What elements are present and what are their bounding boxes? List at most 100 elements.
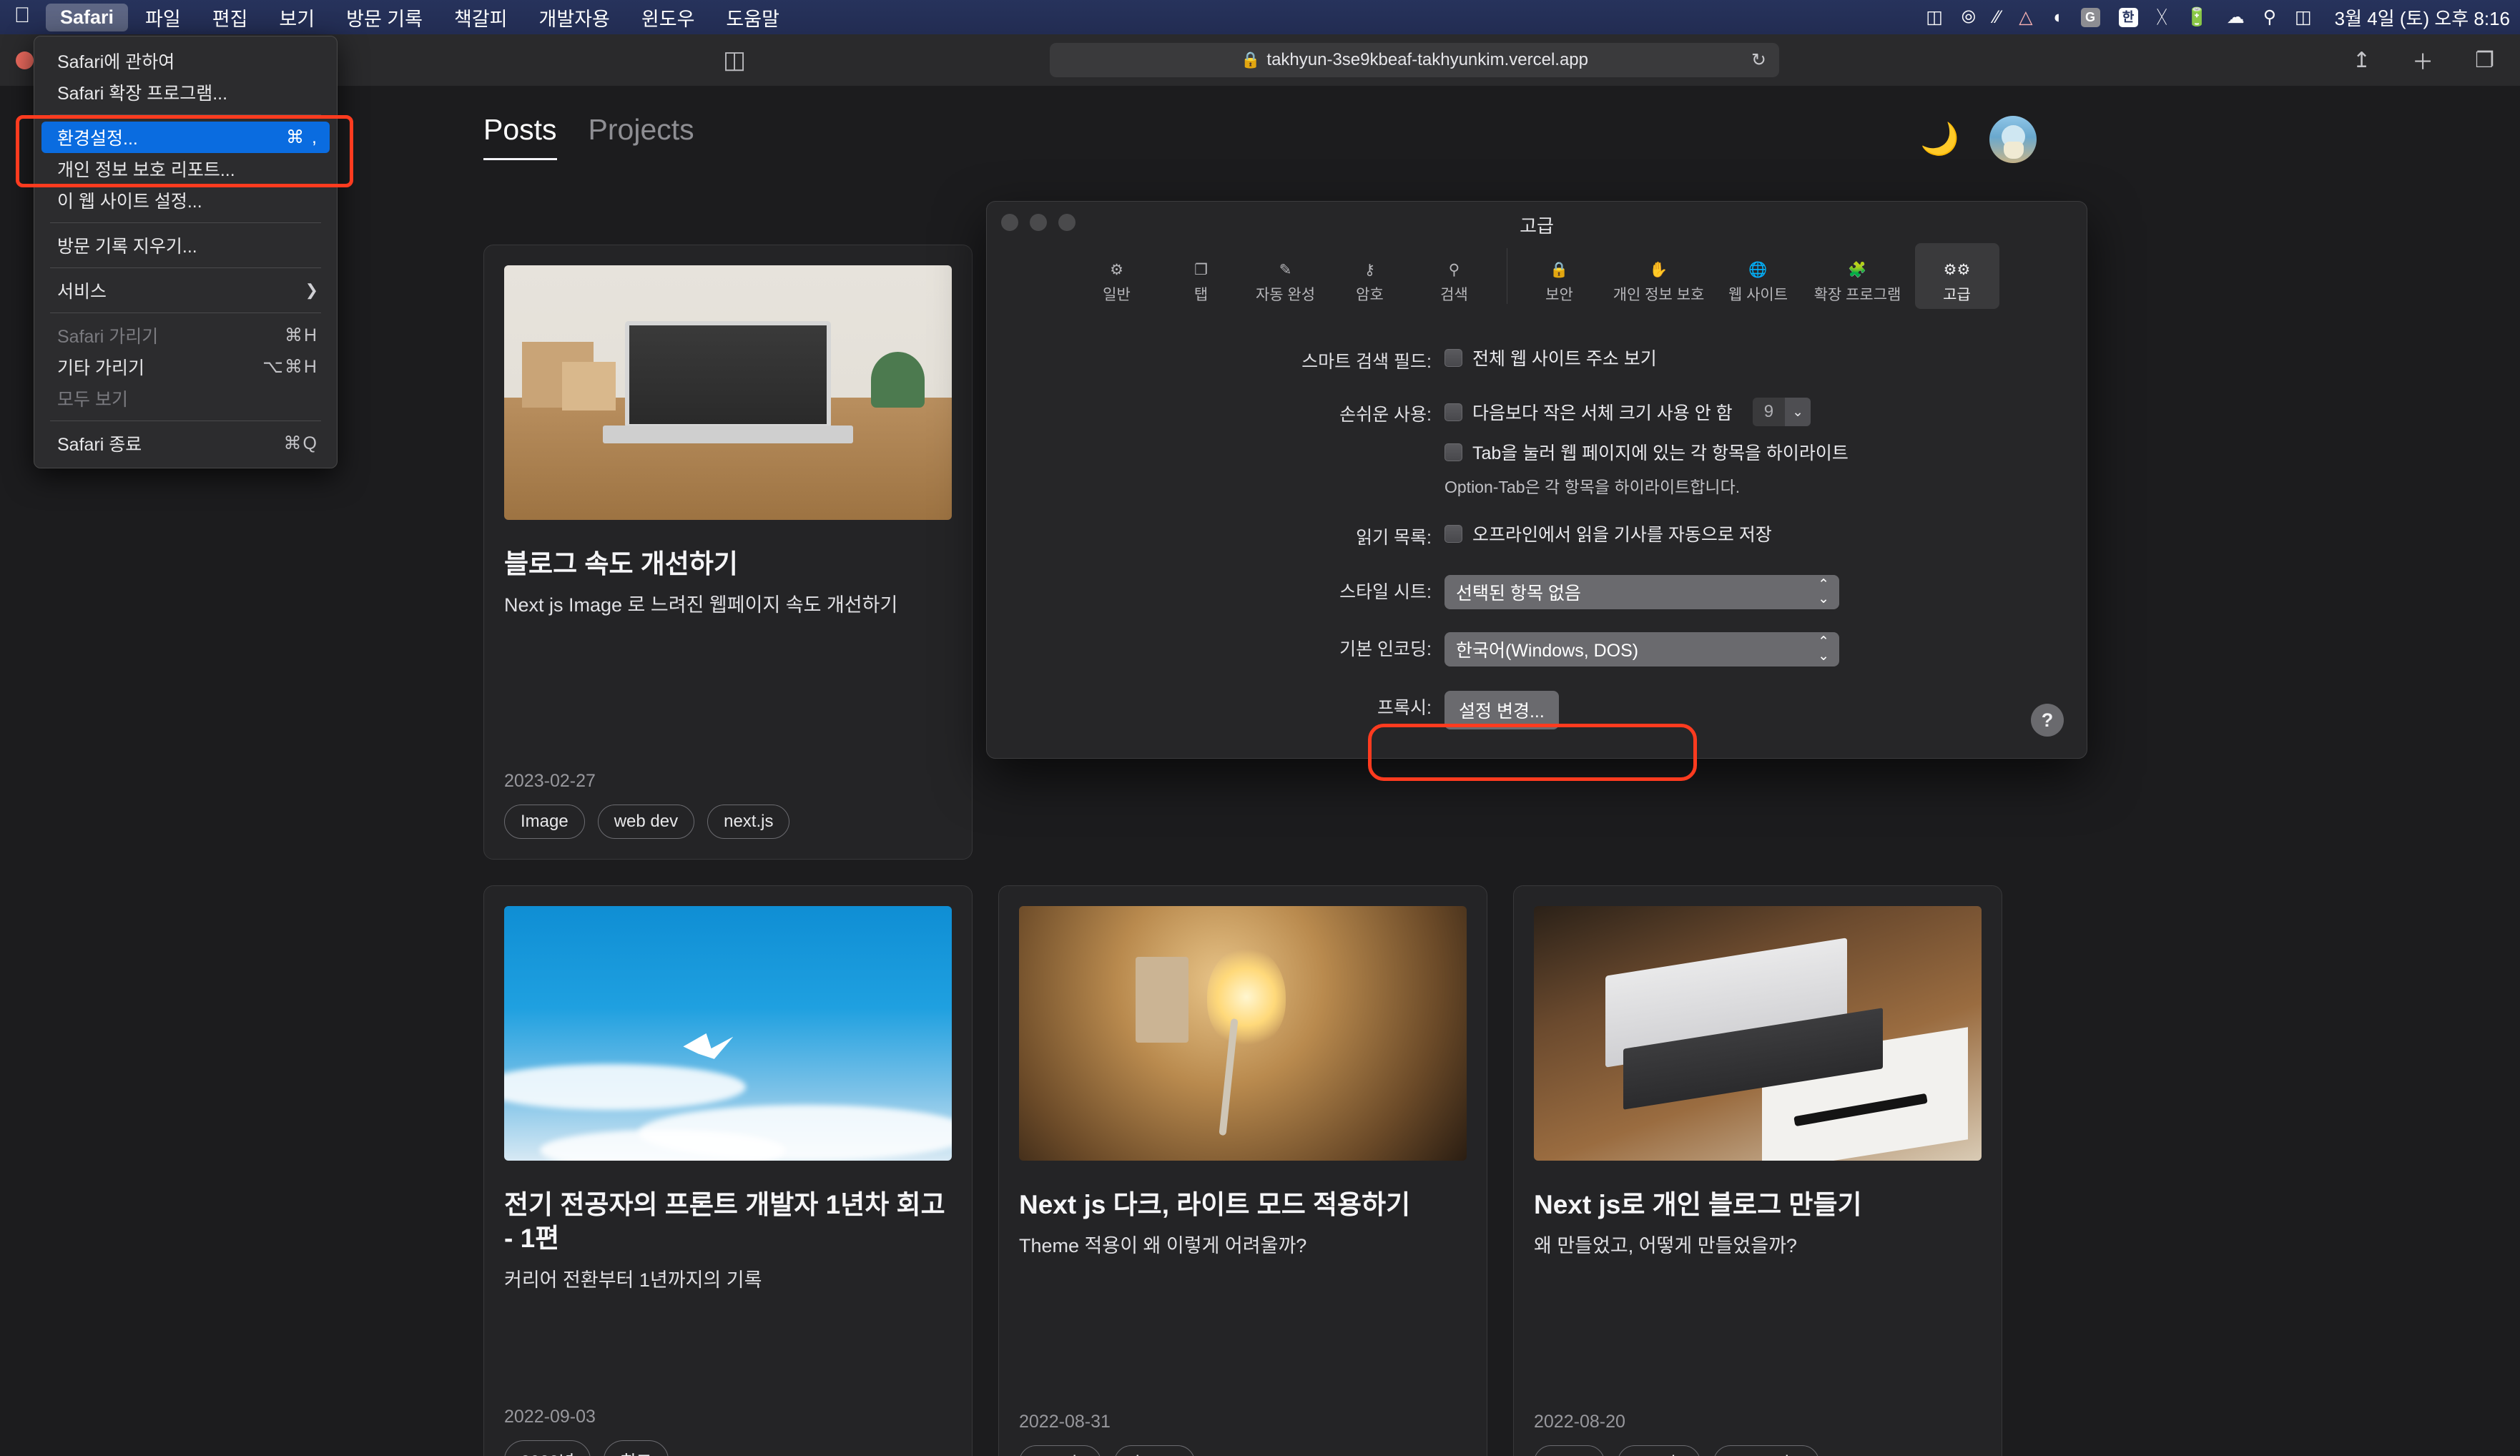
menu-history[interactable]: 방문 기록 — [332, 1, 437, 34]
sublime-icon[interactable]: △ — [2019, 8, 2032, 26]
close-window-button[interactable] — [16, 51, 34, 69]
spotlight-search-icon[interactable]: ⚲ — [2263, 8, 2276, 26]
post-tag[interactable]: Image — [504, 805, 585, 839]
change-proxy-settings-button[interactable]: 설정 변경... — [1444, 691, 1559, 729]
bluetooth-icon[interactable]: ᚷ — [2157, 8, 2167, 26]
smart-search-checkbox[interactable] — [1444, 348, 1462, 367]
post-thumbnail — [1534, 906, 1982, 1161]
post-card[interactable]: Next js 다크, 라이트 모드 적용하기 Theme 적용이 왜 이렇게 … — [998, 885, 1487, 1456]
post-tag[interactable]: next.js — [707, 805, 790, 839]
prefs-tab-security[interactable]: 🔒 보안 — [1517, 243, 1602, 309]
post-tag[interactable]: web dev — [597, 805, 695, 839]
tab-posts[interactable]: Posts — [483, 113, 557, 160]
menu-item-clear-history[interactable]: 방문 기록 지우기... — [34, 230, 337, 261]
menu-help[interactable]: 도움말 — [712, 1, 794, 34]
menu-item-label: Safari에 관하여 — [57, 52, 175, 72]
min-font-size-checkbox[interactable] — [1444, 403, 1462, 421]
menu-item-preferences[interactable]: 환경설정... ⌘ , — [41, 122, 330, 153]
menu-item-about-safari[interactable]: Safari에 관하여 — [34, 45, 337, 77]
shortcut-icon[interactable]: ⁄⁄ — [1994, 8, 2000, 26]
prefs-tab-extensions[interactable]: 🧩 확장 프로그램 — [1801, 243, 1915, 309]
post-tag[interactable]: 2022년 — [504, 1440, 591, 1456]
menu-item-privacy-report[interactable]: 개인 정보 보호 리포트... — [34, 153, 337, 185]
prefs-tab-autofill[interactable]: ✎ 자동 완성 — [1244, 243, 1328, 309]
menu-item-shortcut: ⌥⌘H — [262, 357, 318, 377]
menu-item-website-settings[interactable]: 이 웹 사이트 설정... — [34, 185, 337, 216]
menu-develop[interactable]: 개발자용 — [525, 1, 624, 34]
post-tag[interactable]: 회고 — [604, 1440, 669, 1456]
menu-item-label: 환경설정... — [57, 129, 138, 149]
tab-highlight-checkbox[interactable] — [1444, 443, 1462, 461]
prefs-tab-passwords[interactable]: ⚷ 암호 — [1328, 243, 1412, 309]
battery-charging-icon[interactable]: 🔋 — [2186, 8, 2208, 26]
menu-item-show-all[interactable]: 모두 보기 — [34, 383, 337, 414]
crescent-moon-icon[interactable]: 🌙 — [1920, 124, 1959, 155]
prefs-tab-advanced[interactable]: ⚙⚙ 고급 — [1914, 243, 1999, 309]
post-thumbnail — [504, 906, 952, 1161]
menu-file[interactable]: 파일 — [131, 1, 195, 34]
plus-icon[interactable]: ＋ — [2412, 44, 2433, 76]
menu-item-services[interactable]: 서비스 ❯ — [34, 275, 337, 306]
post-tag[interactable]: next.js — [1618, 1445, 1700, 1456]
user-avatar[interactable] — [1989, 116, 2037, 163]
prefs-advanced-panel: 스마트 검색 필드: 전체 웹 사이트 주소 보기 손쉬운 사용: 다음보다 작… — [987, 322, 2087, 758]
show-develop-menu-label: 메뉴 막대에서 개발자용 메뉴 보기 — [1472, 754, 1723, 758]
post-tag[interactable]: next.js — [1019, 1445, 1102, 1456]
input-source-korean-icon[interactable]: 한 — [2118, 7, 2138, 27]
menu-item-hide-safari[interactable]: Safari 가리기 ⌘H — [34, 320, 337, 351]
menu-item-hide-others[interactable]: 기타 가리기 ⌥⌘H — [34, 351, 337, 383]
globe-icon: 🌐 — [1748, 262, 1768, 278]
karabiner-icon[interactable]: ◖ — [2051, 8, 2062, 26]
prefs-tab-privacy[interactable]: ✋ 개인 정보 보호 — [1602, 243, 1716, 309]
menu-safari[interactable]: Safari — [46, 3, 129, 31]
menu-item-label: 모두 보기 — [57, 390, 128, 410]
menu-bookmarks[interactable]: 책갈피 — [440, 1, 522, 34]
prefs-tab-label: 웹 사이트 — [1728, 287, 1788, 303]
prefs-tab-general[interactable]: ⚙ 일반 — [1075, 243, 1159, 309]
post-card[interactable]: Next js로 개인 블로그 만들기 왜 만들었고, 어떻게 만들었을까? 2… — [1513, 885, 2002, 1456]
post-thumbnail — [504, 265, 952, 520]
post-card[interactable]: 전기 전공자의 프론트 개발자 1년차 회고 - 1편 커리어 전환부터 1년까… — [483, 885, 973, 1456]
menu-view[interactable]: 보기 — [265, 1, 329, 34]
tab-overview-icon[interactable]: ❐ — [2475, 48, 2494, 73]
proxy-label: 프록시: — [1377, 698, 1432, 718]
show-develop-menu-checkbox[interactable] — [1444, 755, 1462, 758]
chevron-down-icon[interactable]: ⌄ — [1785, 398, 1811, 426]
menu-item-quit-safari[interactable]: Safari 종료 ⌘Q — [34, 428, 337, 459]
prefs-tab-websites[interactable]: 🌐 웹 사이트 — [1716, 243, 1801, 309]
grammarly-icon[interactable]: G — [2080, 7, 2100, 27]
post-tag[interactable]: theme — [1114, 1445, 1196, 1456]
dropbox-icon[interactable]: ⦾ — [1962, 8, 1976, 26]
menu-edit[interactable]: 편집 — [198, 1, 262, 34]
address-bar[interactable]: 🔒 takhyun-3se9kbeaf-takhyunkim.vercel.ap… — [1050, 43, 1779, 77]
menu-window[interactable]: 윈도우 — [627, 1, 709, 34]
style-sheet-select[interactable]: 선택된 항목 없음 ⌃ ⌄ — [1444, 575, 1839, 609]
reading-list-checkbox[interactable] — [1444, 524, 1462, 543]
control-center-icon[interactable]: ◫ — [2295, 8, 2312, 26]
prefs-tab-tabs[interactable]: ❐ 탭 — [1159, 243, 1244, 309]
safari-application-menu: Safari에 관하여 Safari 확장 프로그램... 환경설정... ⌘ … — [34, 36, 338, 468]
post-tag[interactable]: react — [1534, 1445, 1605, 1456]
share-icon[interactable]: ↥ — [2353, 48, 2371, 73]
wifi-icon[interactable]: ☁ — [2227, 8, 2245, 26]
post-tag[interactable]: typescript — [1713, 1445, 1820, 1456]
prefs-tab-search[interactable]: ⚲ 검색 — [1412, 243, 1497, 309]
sidebar-toggle-icon[interactable]: ◫ — [723, 46, 746, 74]
font-size-stepper[interactable]: 9 ⌄ — [1752, 398, 1811, 426]
help-button[interactable]: ? — [2031, 704, 2064, 737]
smart-search-label: 스마트 검색 필드: — [1301, 352, 1432, 372]
post-card[interactable]: 블로그 속도 개선하기 Next js Image 로 느려진 웹페이지 속도 … — [483, 245, 973, 860]
post-title: 전기 전공자의 프론트 개발자 1년차 회고 - 1편 — [504, 1190, 945, 1254]
apple-logo-icon[interactable]:  — [0, 5, 44, 29]
reload-icon[interactable]: ↻ — [1751, 49, 1766, 71]
menu-item-safari-extensions[interactable]: Safari 확장 프로그램... — [34, 77, 337, 108]
menu-separator — [50, 222, 321, 223]
menu-bar-clock[interactable]: 3월 4일 (토) 오후 8:16 — [2335, 4, 2510, 31]
row-develop-menu: 메뉴 막대에서 개발자용 메뉴 보기 — [987, 754, 2087, 758]
keyboard-icon[interactable]: ◫ — [1926, 8, 1943, 26]
post-subtitle: Next js Image 로 느려진 웹페이지 속도 개선하기 — [504, 594, 898, 616]
row-accessibility: 손쉬운 사용: 다음보다 작은 서체 크기 사용 안 함 9 ⌄ Tab을 눌러… — [987, 398, 2087, 498]
tab-projects[interactable]: Projects — [589, 113, 694, 160]
page-nav-tabs: Posts Projects — [483, 113, 694, 160]
encoding-select[interactable]: 한국어(Windows, DOS) ⌃ ⌄ — [1444, 632, 1839, 666]
